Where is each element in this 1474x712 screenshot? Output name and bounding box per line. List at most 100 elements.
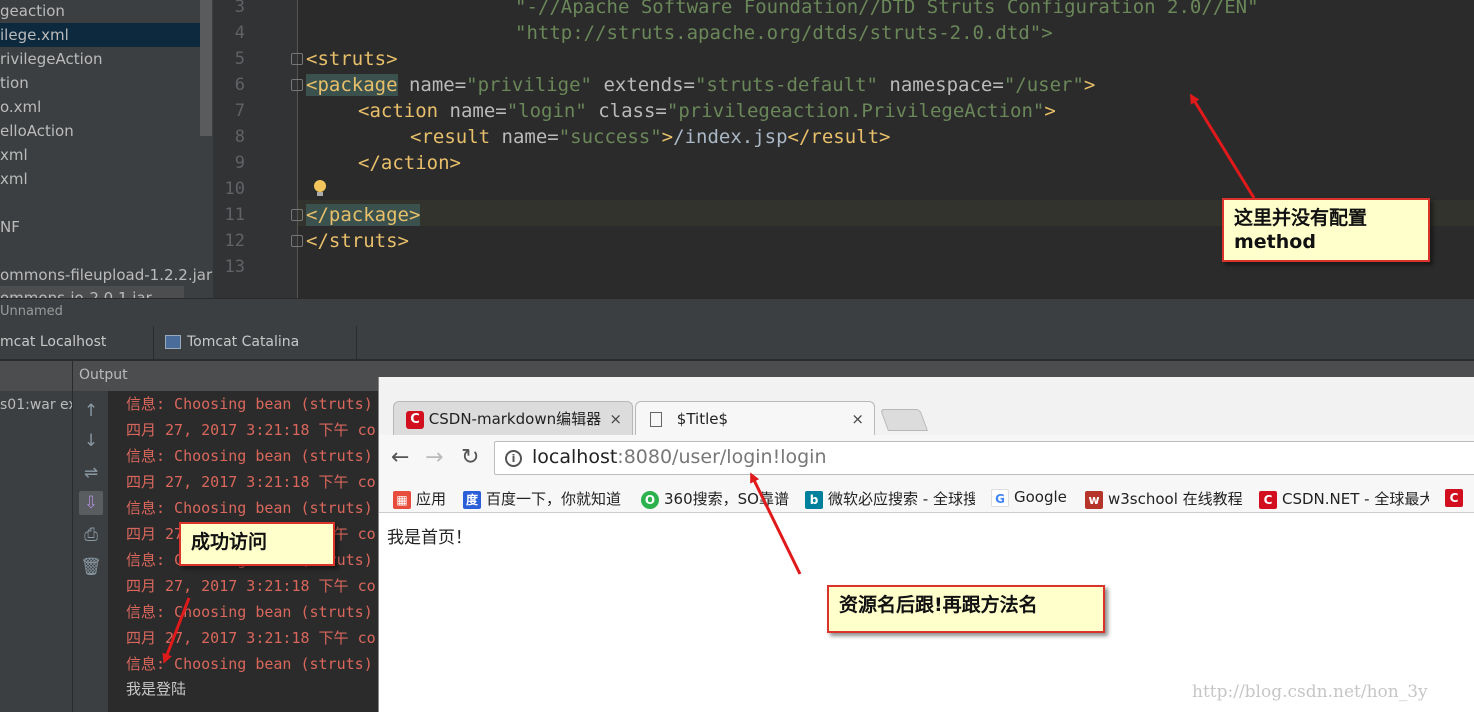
bing-icon: b: [805, 490, 823, 509]
fold-marker[interactable]: [291, 209, 303, 221]
soft-wrap-icon[interactable]: ⇌: [79, 461, 103, 485]
attr-value: "login": [506, 100, 587, 122]
bookmark-label: 应用: [416, 490, 447, 508]
gutter-divider: [297, 0, 298, 298]
browser-tab-bar: C CSDN-markdown编辑器 × $Title$ ×: [379, 377, 1474, 435]
struts-open-tag: <struts>: [306, 48, 398, 70]
console-line: 四月 27, 2017 3:21:18 下午 co: [126, 629, 376, 647]
attr-value: "/user": [1003, 74, 1084, 96]
bookmark-csdn[interactable]: C CSDN.NET - 全球最大: [1259, 488, 1429, 509]
attr-name: namespace=: [877, 74, 1004, 96]
forward-icon[interactable]: →: [425, 445, 443, 470]
line-number: 11: [224, 205, 245, 225]
browser-tab-csdn[interactable]: C CSDN-markdown编辑器 ×: [393, 401, 633, 435]
tree-item[interactable]: geaction: [0, 0, 65, 23]
apps-grid-icon: ▦: [393, 490, 411, 509]
fold-marker[interactable]: [291, 79, 303, 91]
bookmark-label: 微软必应搜索 - 全球搜: [828, 490, 975, 508]
tree-item[interactable]: NF: [0, 215, 20, 239]
attr-value: "struts-default": [694, 74, 878, 96]
tree-item-selected[interactable]: ilege.xml: [0, 23, 200, 47]
attr-value: "privilige": [466, 74, 592, 96]
action-end-tag: </action>: [358, 152, 461, 174]
services-title: Unnamed: [0, 304, 63, 319]
line-number: 6: [234, 75, 245, 95]
fold-marker[interactable]: [291, 53, 303, 65]
tree-item[interactable]: rivilegeAction: [0, 47, 103, 71]
bookmark-overflow[interactable]: C: [1445, 488, 1468, 507]
console-line: 信息: Choosing bean (struts): [126, 447, 373, 465]
bookmark-label: 百度一下，你就知道: [486, 490, 622, 508]
package-end-tag: </package>: [306, 204, 421, 226]
bookmark-label: Google: [1014, 488, 1067, 506]
address-bar[interactable]: i localhost:8080/user/login!login: [494, 441, 1474, 475]
tree-item[interactable]: xml: [0, 167, 28, 191]
attr-name: name=: [490, 126, 559, 148]
csdn-icon: C: [1445, 488, 1463, 507]
watermark: http://blog.csdn.net/hon_3y: [1192, 682, 1428, 702]
attr-name: extends=: [592, 74, 695, 96]
google-icon: G: [991, 488, 1009, 507]
browser-toolbar: ← → ↻ i localhost:8080/user/login!login: [379, 435, 1474, 483]
tab-catalina-log[interactable]: Tomcat Catalina Log×: [157, 326, 357, 382]
line-number: 4: [234, 23, 245, 43]
bookmark-label: 360搜索，SO靠谱: [664, 490, 789, 508]
url-text: localhost:8080/user/login!login: [532, 446, 826, 468]
tree-item[interactable]: o.xml: [0, 95, 41, 119]
tag-close: >: [1044, 100, 1056, 122]
arrow-down-icon[interactable]: ↓: [79, 429, 103, 453]
tree-item[interactable]: tion: [0, 71, 29, 95]
code-line-12: </struts>: [306, 228, 409, 254]
tree-item[interactable]: xml: [0, 143, 28, 167]
attr-name: name=: [438, 100, 507, 122]
browser-tab-active[interactable]: $Title$ ×: [635, 401, 875, 435]
bookmark-bing[interactable]: b 微软必应搜索 - 全球搜: [805, 488, 975, 509]
bookmark-google[interactable]: G Google: [991, 488, 1067, 507]
fold-marker[interactable]: [291, 235, 303, 247]
close-icon[interactable]: ×: [851, 402, 864, 436]
page-icon: [650, 412, 662, 427]
code-line-6: <package name="privilige" extends="strut…: [306, 72, 1095, 98]
tree-item[interactable]: elloAction: [0, 119, 74, 143]
services-title-bar: Unnamed: [0, 298, 1474, 326]
tag-close: >: [1083, 74, 1096, 96]
code-line-3: "-//Apache Software Foundation//DTD Stru…: [515, 0, 1259, 20]
back-icon[interactable]: ←: [391, 445, 409, 470]
print-icon[interactable]: ⎙: [79, 523, 103, 547]
arrow-up-icon[interactable]: ↑: [79, 399, 103, 423]
tree-scrollbar[interactable]: [200, 0, 212, 136]
result-text: /index.jsp: [673, 126, 788, 148]
console-line: 四月 27, 2017 3:21:18 下午 co: [126, 421, 376, 439]
close-icon[interactable]: ×: [609, 402, 622, 436]
tree-item[interactable]: ommons-fileupload-1.2.2.jar: [0, 263, 212, 287]
info-icon[interactable]: i: [505, 450, 522, 467]
reload-icon[interactable]: ↻: [461, 445, 479, 470]
doctype-dtd-url: "http://struts.apache.org/dtds/struts-2.…: [515, 22, 1053, 44]
new-tab-button[interactable]: [879, 409, 929, 431]
output-label: Output: [79, 367, 128, 383]
attr-value: "privilegeaction.PrivilegeAction": [666, 100, 1045, 122]
deployment-item[interactable]: s01:war ex: [0, 397, 77, 413]
tab-title: CSDN-markdown编辑器: [428, 410, 602, 428]
tab-title: $Title$: [676, 410, 729, 428]
attr-name: class=: [586, 100, 667, 122]
tab-localhost-log[interactable]: mcat Localhost Log×: [0, 326, 154, 382]
package-tag: <package: [306, 74, 398, 96]
lightbulb-icon[interactable]: [313, 180, 327, 196]
trash-icon[interactable]: 🗑: [79, 555, 103, 579]
tree-item[interactable]: ommons-io-2.0.1.jar: [0, 286, 184, 298]
scroll-to-end-icon[interactable]: ⇩: [79, 491, 103, 515]
struts-end-tag: </struts>: [306, 230, 409, 252]
url-path: :8080/user/login!login: [617, 446, 827, 468]
console-line: 四月 27, 2017 3:21:18 下午 co: [126, 473, 376, 491]
line-number: 12: [224, 231, 245, 251]
code-line-7: <action name="login" class="privilegeact…: [358, 98, 1056, 124]
browser-window: C CSDN-markdown编辑器 × $Title$ × ← → ↻ i l…: [378, 377, 1474, 712]
w3school-icon: w: [1085, 490, 1103, 509]
bookmark-360[interactable]: O 360搜索，SO靠谱: [641, 488, 789, 509]
bookmark-apps[interactable]: ▦ 应用: [393, 488, 446, 509]
console-line: 信息: Choosing bean (struts): [126, 499, 373, 517]
bookmark-baidu[interactable]: 度百度一下，你就知道: [463, 488, 621, 509]
bookmark-w3school[interactable]: w w3school 在线教程: [1085, 488, 1243, 509]
annotation-url-format: 资源名后跟!再跟方法名: [827, 585, 1105, 633]
